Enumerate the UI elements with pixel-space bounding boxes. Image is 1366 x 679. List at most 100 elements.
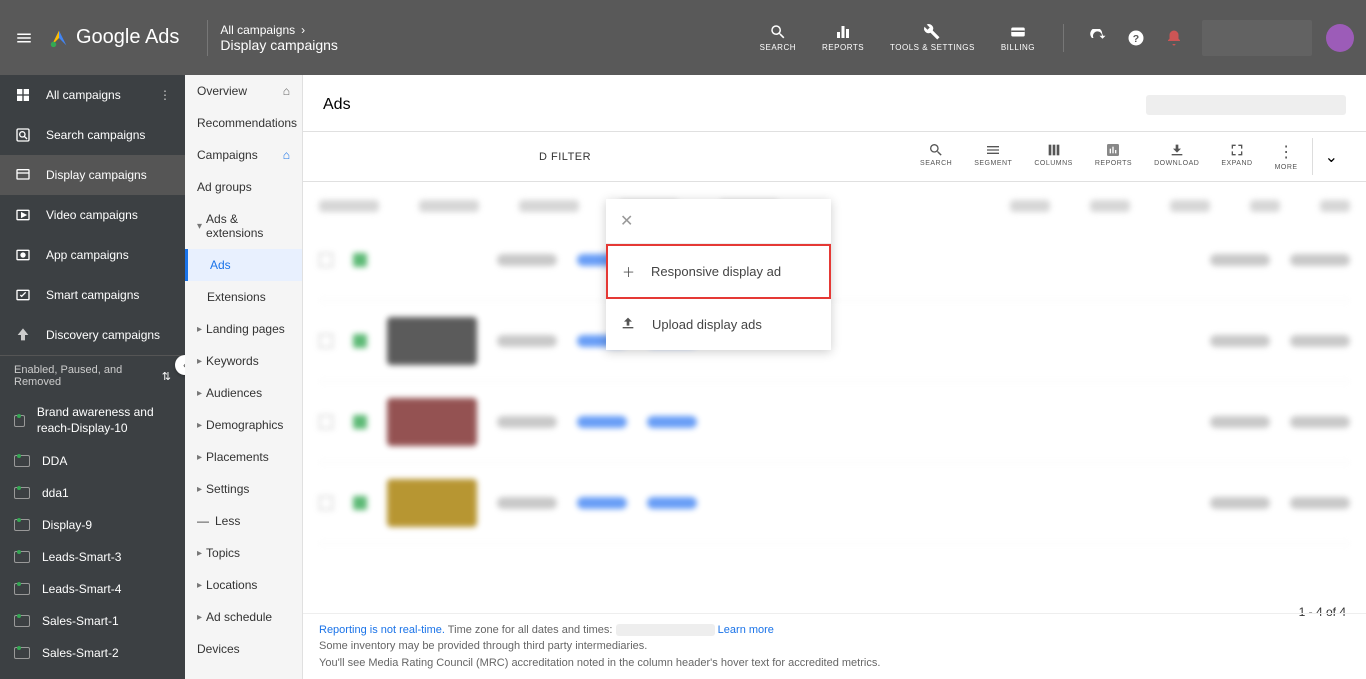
toolbar-segment[interactable]: SEGMENT (966, 138, 1020, 175)
display-icon (14, 166, 32, 184)
campaign-status-icon (14, 647, 30, 659)
learn-more-link[interactable]: Learn more (718, 624, 774, 636)
top-header: Google Ads All campaigns› Display campai… (0, 0, 1366, 75)
campaign-item[interactable]: Display-9 (0, 509, 185, 541)
nav2-settings[interactable]: ▸Settings (185, 473, 302, 505)
toolbar-columns[interactable]: COLUMNS (1026, 138, 1081, 175)
header-billing-button[interactable]: BILLING (991, 23, 1045, 52)
toolbar-reports[interactable]: REPORTS (1087, 138, 1140, 175)
nav2-label: Recommendations (197, 116, 297, 130)
nav2-placements[interactable]: ▸Placements (185, 441, 302, 473)
nav-label: All campaigns (46, 88, 121, 102)
toolbar-download[interactable]: DOWNLOAD (1146, 138, 1207, 175)
nav2-less[interactable]: Less (185, 505, 302, 537)
header-reports-button[interactable]: REPORTS (812, 23, 874, 52)
notifications-button[interactable] (1158, 22, 1190, 54)
campaign-item[interactable]: Leads-Smart-4 (0, 573, 185, 605)
nav2-label: Ads & extensions (206, 212, 290, 240)
table-toolbar: D FILTER SEARCH SEGMENT COLUMNS REPORTS … (303, 132, 1366, 182)
campaign-item[interactable]: dda1 (0, 477, 185, 509)
toolbar-expand[interactable]: EXPAND (1213, 138, 1260, 175)
reporting-realtime-link[interactable]: Reporting is not real-time. (319, 624, 445, 636)
footer-text: Time zone for all dates and times: (445, 624, 616, 636)
caret-right-icon: ▸ (197, 420, 202, 431)
nav2-audiences[interactable]: ▸ Audiences (185, 377, 302, 409)
ads-table-blurred (303, 182, 1366, 554)
nav-label: Video campaigns (46, 208, 138, 222)
swap-icon[interactable]: ⇅ (162, 370, 171, 383)
campaign-status-icon (14, 487, 30, 499)
nav-all-campaigns[interactable]: All campaigns ⋮ (0, 75, 185, 115)
toolbar-search[interactable]: SEARCH (912, 138, 960, 175)
nav-search-campaigns[interactable]: Search campaigns (0, 115, 185, 155)
nav2-ads-extensions[interactable]: ▾Ads & extensions (185, 203, 302, 249)
upload-display-ads-option[interactable]: Upload display ads (606, 299, 831, 350)
refresh-button[interactable] (1082, 22, 1114, 54)
caret-right-icon: ▸ (197, 356, 202, 367)
close-icon: ✕ (620, 213, 633, 230)
nav2-ad-schedule[interactable]: ▸Ad schedule (185, 601, 302, 633)
header-search-button[interactable]: SEARCH (750, 23, 806, 52)
expand-icon (1229, 142, 1245, 158)
grid-icon (14, 86, 32, 104)
page-title: Ads (323, 96, 351, 114)
nav2-label: Overview (197, 84, 247, 98)
campaign-item[interactable]: Sales-Smart-2 (0, 637, 185, 669)
responsive-display-ad-option[interactable]: ＋ Responsive display ad (606, 244, 831, 299)
nav2-label: Extensions (207, 290, 266, 304)
campaign-item[interactable]: DDA (0, 445, 185, 477)
nav2-overview[interactable]: Overview⌂ (185, 75, 302, 107)
user-avatar[interactable] (1326, 24, 1354, 52)
nav2-recommendations[interactable]: Recommendations (185, 107, 302, 139)
nav-discovery-campaigns[interactable]: Discovery campaigns (0, 315, 185, 355)
nav-label: Smart campaigns (46, 288, 139, 302)
nav2-label: Settings (206, 482, 249, 496)
nav2-campaigns[interactable]: Campaigns⌂ (185, 139, 302, 171)
nav2-ads[interactable]: Ads (185, 249, 302, 281)
content-area: Ads D FILTER SEARCH SEGMENT COLUMNS REPO… (303, 75, 1366, 679)
nav-display-campaigns[interactable]: Display campaigns (0, 155, 185, 195)
header-tools-button[interactable]: TOOLS & SETTINGS (880, 23, 985, 52)
nav-app-campaigns[interactable]: App campaigns (0, 235, 185, 275)
chevron-right-icon: › (301, 23, 305, 37)
nav2-keywords[interactable]: ▸Keywords (185, 345, 302, 377)
caret-right-icon: ▸ (197, 452, 202, 463)
video-icon (14, 206, 32, 224)
account-info-blurred (1202, 20, 1312, 56)
nav2-demographics[interactable]: ▸Demographics (185, 409, 302, 441)
nav2-label: Audiences (206, 386, 262, 400)
campaign-item[interactable]: Leads-Smart-3 (0, 541, 185, 573)
nav-video-campaigns[interactable]: Video campaigns (0, 195, 185, 235)
google-ads-logo[interactable]: Google Ads (48, 26, 179, 49)
campaign-item[interactable]: Brand awareness and reach-Display-10 (0, 396, 185, 445)
nav2-ad-groups[interactable]: Ad groups (185, 171, 302, 203)
nav2-devices[interactable]: Devices (185, 633, 302, 665)
logo-text: Google Ads (76, 26, 179, 49)
chevron-left-icon: ‹ (183, 358, 185, 372)
divider (207, 20, 208, 56)
hamburger-icon[interactable] (12, 26, 36, 50)
ads-triangle-icon (48, 27, 70, 49)
nav2-locations[interactable]: ▸Locations (185, 569, 302, 601)
campaign-label: Brand awareness and reach-Display-10 (37, 405, 171, 436)
expand-chart-button[interactable]: ⌄ (1312, 138, 1350, 175)
toolbar-more[interactable]: ⋮MORE (1267, 138, 1306, 175)
nav-smart-campaigns[interactable]: Smart campaigns (0, 275, 185, 315)
nav2-extensions[interactable]: Extensions (185, 281, 302, 313)
nav2-landing-pages[interactable]: ▸Landing pages (185, 313, 302, 345)
campaign-item[interactable]: Sales-Smart-1 (0, 605, 185, 637)
campaign-status-icon (14, 519, 30, 531)
search-icon (928, 142, 944, 158)
caret-right-icon: ▸ (197, 388, 202, 399)
campaign-filter-status[interactable]: Enabled, Paused, and Removed ⇅ (0, 356, 185, 396)
chevron-down-icon: ⌄ (1325, 147, 1338, 167)
more-icon[interactable]: ⋮ (159, 88, 171, 102)
footer-text: Some inventory may be provided through t… (319, 638, 1350, 655)
help-button[interactable]: ? (1120, 22, 1152, 54)
nav2-topics[interactable]: ▸Topics (185, 537, 302, 569)
close-dropdown-button[interactable]: ✕ (606, 199, 831, 244)
breadcrumb[interactable]: All campaigns› Display campaigns (220, 23, 338, 53)
header-tools-label: TOOLS & SETTINGS (890, 43, 975, 52)
campaign-status-icon (14, 415, 25, 427)
billing-icon (1009, 23, 1027, 41)
